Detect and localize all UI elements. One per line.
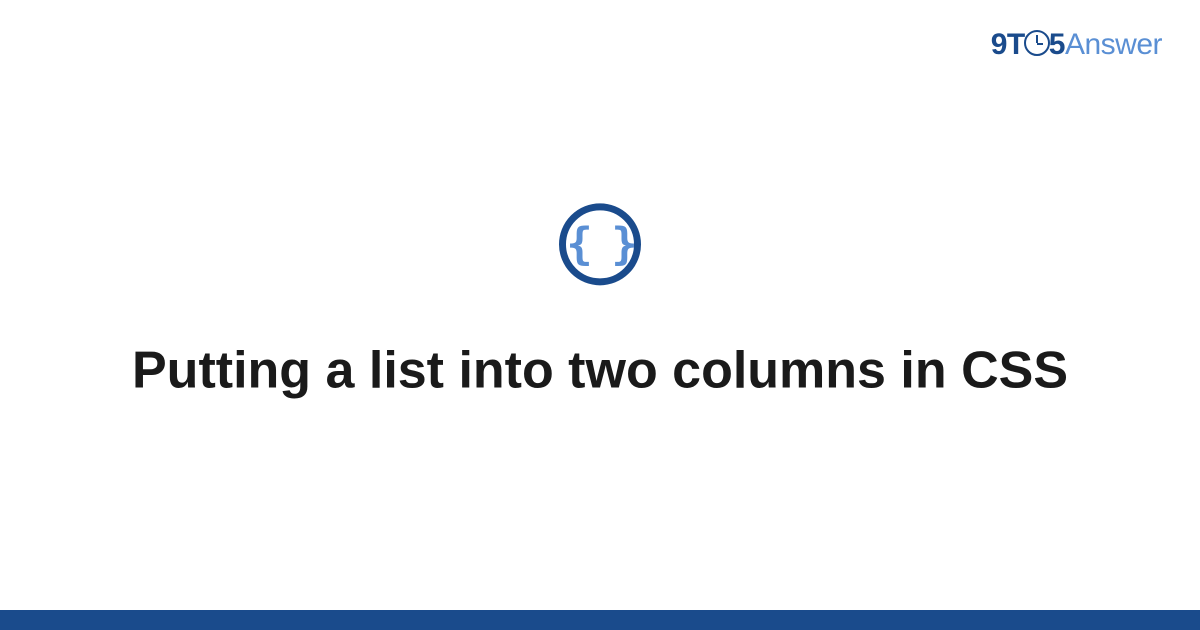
logo-text-9t: 9T	[991, 28, 1025, 61]
braces-glyph: { }	[566, 222, 633, 266]
clock-icon	[1024, 30, 1050, 56]
main-content: { } Putting a list into two columns in C…	[0, 203, 1200, 402]
css-braces-icon: { }	[559, 203, 641, 285]
logo-text-answer: Answer	[1065, 28, 1162, 61]
logo-text-5: 5	[1049, 28, 1065, 61]
page-title: Putting a list into two columns in CSS	[0, 339, 1200, 402]
footer-accent-bar	[0, 610, 1200, 630]
site-logo: 9T 5Answer	[991, 28, 1162, 62]
